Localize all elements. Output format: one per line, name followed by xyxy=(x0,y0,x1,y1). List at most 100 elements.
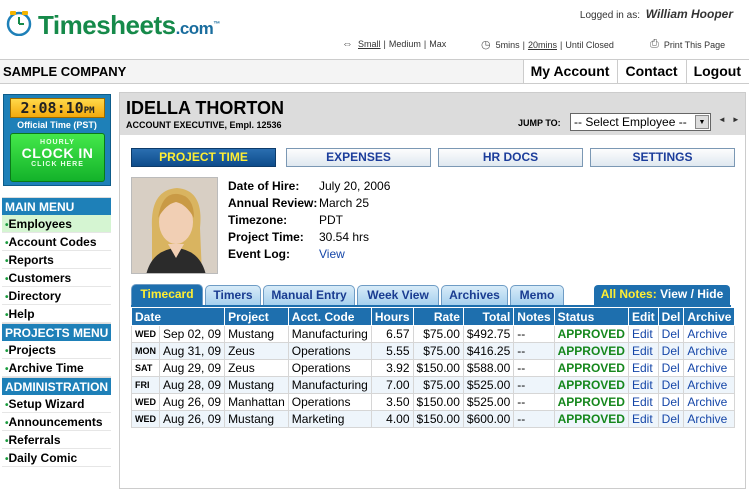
subtab-archives[interactable]: Archives xyxy=(441,285,508,305)
site-logo[interactable]: Timesheets.com™ xyxy=(6,8,246,42)
cell-rate: $75.00 xyxy=(412,376,464,394)
text-size-medium[interactable]: Medium xyxy=(389,39,421,49)
projects-menu-header: PROJECTS MENU xyxy=(2,323,111,341)
sidebar-item-daily-comic[interactable]: •Daily Comic xyxy=(2,449,111,467)
edit-link[interactable]: Edit xyxy=(627,376,659,394)
cell-status: APPROVED xyxy=(553,325,629,343)
sidebar-item-employees[interactable]: •Employees xyxy=(2,215,111,233)
sidebar-item-label: Referrals xyxy=(8,433,61,447)
clock-icon xyxy=(6,11,32,36)
timeout-20mins[interactable]: 20mins xyxy=(528,40,557,50)
delete-link[interactable]: Del xyxy=(657,325,685,343)
cell-hours: 3.50 xyxy=(370,393,414,411)
edit-link[interactable]: Edit xyxy=(627,325,659,343)
col-hours[interactable]: Hours xyxy=(370,307,414,326)
nav-my-account[interactable]: My Account xyxy=(522,60,618,83)
employee-select-value: -- Select Employee -- xyxy=(574,115,687,129)
delete-link[interactable]: Del xyxy=(657,376,685,394)
delete-link[interactable]: Del xyxy=(657,342,685,360)
nav-logout[interactable]: Logout xyxy=(685,60,749,83)
cell-total: $492.75 xyxy=(462,325,515,343)
employee-photo xyxy=(131,177,218,274)
archive-link[interactable]: Archive xyxy=(683,359,736,377)
delete-link[interactable]: Del xyxy=(657,393,685,411)
archive-link[interactable]: Archive xyxy=(683,376,736,394)
next-employee-icon[interactable]: ► xyxy=(732,115,740,124)
archive-link[interactable]: Archive xyxy=(683,410,736,428)
text-size-small[interactable]: Small xyxy=(358,39,381,49)
cell-notes: -- xyxy=(513,325,555,343)
delete-link[interactable]: Del xyxy=(657,359,685,377)
cell-notes: -- xyxy=(513,410,555,428)
edit-link[interactable]: Edit xyxy=(627,393,659,411)
print-link[interactable]: ⎙ Print This Page xyxy=(650,38,725,51)
col-total[interactable]: Total xyxy=(462,307,515,326)
edit-link[interactable]: Edit xyxy=(627,359,659,377)
chevron-down-icon[interactable]: ▼ xyxy=(695,115,709,129)
sidebar-item-label: Setup Wizard xyxy=(8,397,85,411)
prev-employee-icon[interactable]: ◄ xyxy=(718,115,726,124)
col-project[interactable]: Project xyxy=(224,307,289,326)
subtab-timecard[interactable]: Timecard xyxy=(131,284,203,306)
cell-date: Aug 26, 09 xyxy=(158,393,226,411)
main-panel: IDELLA THORTON ACCOUNT EXECUTIVE, Empl. … xyxy=(119,92,746,489)
official-time-label: Official Time (PST) xyxy=(17,120,97,130)
sidebar-item-help[interactable]: •Help xyxy=(2,305,111,323)
subtab-manual-entry[interactable]: Manual Entry xyxy=(263,285,355,305)
event-log-view-link[interactable]: View xyxy=(319,247,345,261)
sidebar-item-projects[interactable]: •Projects xyxy=(2,341,111,359)
sidebar-item-reports[interactable]: •Reports xyxy=(2,251,111,269)
subtab-memo[interactable]: Memo xyxy=(510,285,564,305)
delete-link[interactable]: Del xyxy=(657,410,685,428)
nav-contact[interactable]: Contact xyxy=(617,60,686,83)
cell-rate: $75.00 xyxy=(412,325,464,343)
clock-ampm: PM xyxy=(83,106,95,116)
notes-hide-link[interactable]: Hide xyxy=(697,287,723,301)
notes-view-link[interactable]: View xyxy=(660,287,687,301)
sidebar-item-label: Reports xyxy=(8,253,54,267)
cell-total: $416.25 xyxy=(462,342,515,360)
col-notes: Notes xyxy=(513,307,555,326)
text-size-max[interactable]: Max xyxy=(429,39,446,49)
print-label[interactable]: Print This Page xyxy=(664,40,725,50)
table-row: SAT Aug 29, 09 Zeus Operations 3.92 $150… xyxy=(131,359,736,377)
sidebar-item-referrals[interactable]: •Referrals xyxy=(2,431,111,449)
cell-status: APPROVED xyxy=(553,410,629,428)
cell-project: Mustang xyxy=(224,410,289,428)
subtab-week-view[interactable]: Week View xyxy=(357,285,439,305)
tab-expenses[interactable]: EXPENSES xyxy=(286,148,431,167)
tab-project-time[interactable]: PROJECT TIME xyxy=(131,148,276,167)
timeout-until-closed[interactable]: Until Closed xyxy=(565,40,614,50)
company-bar: SAMPLE COMPANY My Account Contact Logout xyxy=(0,59,749,84)
col-status[interactable]: Status xyxy=(553,307,629,326)
sidebar-item-archive-time[interactable]: •Archive Time xyxy=(2,359,111,377)
cell-hours: 4.00 xyxy=(370,410,414,428)
edit-link[interactable]: Edit xyxy=(627,342,659,360)
employee-select[interactable]: -- Select Employee -- ▼ xyxy=(570,113,711,131)
col-acct-code[interactable]: Acct. Code xyxy=(287,307,372,326)
edit-link[interactable]: Edit xyxy=(627,410,659,428)
col-rate[interactable]: Rate xyxy=(412,307,464,326)
logo-suffix: .com xyxy=(175,19,214,38)
col-date[interactable]: Date xyxy=(130,307,226,326)
info-value: PDT xyxy=(319,213,343,227)
sidebar-item-account-codes[interactable]: •Account Codes xyxy=(2,233,111,251)
archive-link[interactable]: Archive xyxy=(683,342,736,360)
timeout-5mins[interactable]: 5mins xyxy=(496,40,520,50)
cell-status: APPROVED xyxy=(553,393,629,411)
sidebar-item-customers[interactable]: •Customers xyxy=(2,269,111,287)
notes-toggle-bar: All Notes: View / Hide xyxy=(594,285,730,305)
clock-in-button[interactable]: HOURLY CLOCK IN CLICK HERE xyxy=(10,133,105,182)
tab-hr-docs[interactable]: HR DOCS xyxy=(438,148,583,167)
sidebar-item-directory[interactable]: •Directory xyxy=(2,287,111,305)
timeout-controls: ◷ 5mins | 20mins | Until Closed xyxy=(481,38,614,51)
sidebar-item-setup-wizard[interactable]: •Setup Wizard xyxy=(2,395,111,413)
archive-link[interactable]: Archive xyxy=(683,325,736,343)
sidebar-item-announcements[interactable]: •Announcements xyxy=(2,413,111,431)
subtab-timers[interactable]: Timers xyxy=(205,285,261,305)
administration-header: ADMINISTRATION xyxy=(2,377,111,395)
tab-settings[interactable]: SETTINGS xyxy=(590,148,735,167)
archive-link[interactable]: Archive xyxy=(683,393,736,411)
col-archive: Archive xyxy=(683,307,736,326)
sidebar-item-label: Employees xyxy=(8,217,72,231)
